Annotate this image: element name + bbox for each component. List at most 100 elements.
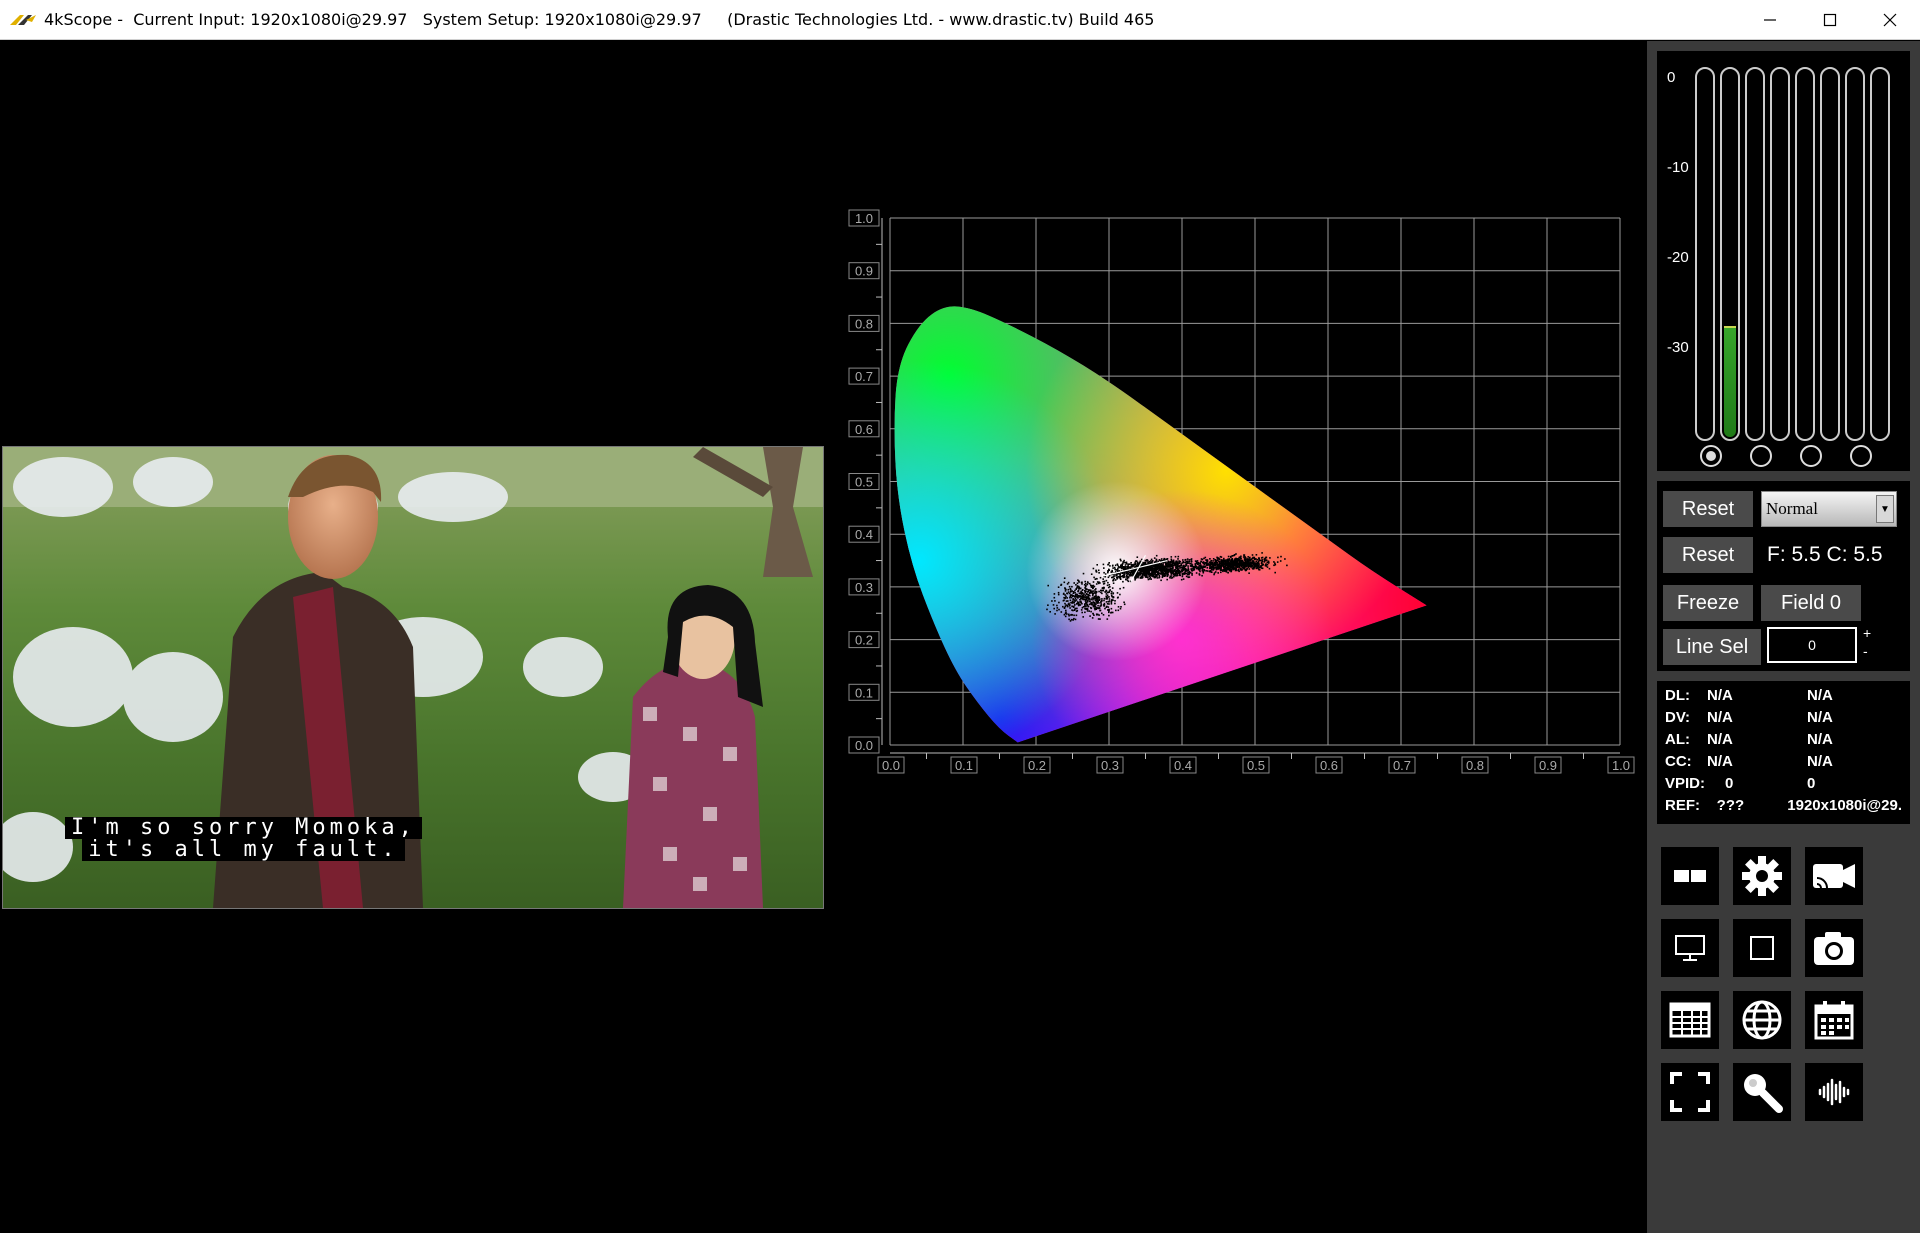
meter-pair-radio-1[interactable]	[1700, 445, 1722, 467]
close-button[interactable]	[1860, 0, 1920, 40]
meter-pair-radio-3[interactable]	[1800, 445, 1822, 467]
settings-button[interactable]	[1733, 847, 1791, 905]
chroma-point	[1110, 594, 1113, 597]
mode-select[interactable]: Normal ▼	[1761, 491, 1897, 527]
reset-button-2[interactable]: Reset	[1663, 537, 1753, 573]
chroma-point	[1116, 576, 1118, 579]
cie-chromaticity-chart[interactable]: 0.0 0.1 0.2 0.3 0.4 0.5 0.6 0.7 0.8 0.9 1.0 0.0 0.1…	[840, 200, 1660, 950]
chroma-point	[1092, 592, 1095, 594]
chroma-point	[1109, 589, 1111, 591]
minimize-button[interactable]	[1740, 0, 1800, 40]
x-tick-label: 0.7	[1393, 758, 1411, 773]
chroma-point	[1194, 565, 1197, 567]
chroma-point	[1249, 565, 1252, 567]
field-button[interactable]: Field 0	[1761, 585, 1861, 621]
meter-pair-radio-4[interactable]	[1850, 445, 1872, 467]
chroma-point	[1081, 611, 1083, 614]
chroma-point	[1075, 588, 1077, 590]
title-bar: 4kScope - Current Input: 1920x1080i@29.9…	[0, 0, 1920, 40]
chroma-point	[1111, 611, 1114, 614]
video-preview[interactable]: I'm so sorry Momoka, it's all my fault.	[2, 446, 824, 909]
table-view-button[interactable]	[1661, 991, 1719, 1049]
chroma-point	[1071, 602, 1074, 604]
chroma-point	[1231, 558, 1234, 560]
chroma-point	[1213, 572, 1216, 574]
chroma-point	[1159, 567, 1161, 570]
chroma-point	[1230, 556, 1232, 558]
maximize-button[interactable]	[1800, 0, 1860, 40]
chroma-point	[1177, 571, 1180, 574]
window-button[interactable]	[1733, 919, 1791, 977]
x-tick-label: 0.9	[1539, 758, 1557, 773]
chroma-point	[1084, 580, 1086, 583]
chroma-point	[1191, 572, 1193, 575]
chroma-point	[1217, 572, 1219, 574]
chroma-point	[1170, 575, 1173, 577]
reset-button-1[interactable]: Reset	[1663, 491, 1753, 527]
monitor-button[interactable]	[1661, 919, 1719, 977]
line-increment[interactable]: +	[1863, 625, 1871, 641]
chevron-down-icon[interactable]: ▼	[1876, 495, 1894, 523]
app-logo-icon	[10, 14, 36, 25]
chroma-point	[1206, 570, 1209, 572]
chroma-point	[1195, 560, 1197, 563]
zoom-button[interactable]	[1733, 1063, 1791, 1121]
chroma-point	[1237, 562, 1240, 564]
chroma-point	[1209, 558, 1211, 560]
chroma-point	[1157, 572, 1160, 575]
chroma-point	[1080, 609, 1083, 611]
chroma-point	[1090, 601, 1093, 604]
snapshot-button[interactable]	[1805, 919, 1863, 977]
chroma-point	[1206, 564, 1208, 566]
chroma-point	[1230, 569, 1233, 571]
y-tick-label: 0.4	[855, 527, 873, 542]
y-tick-label: 0.9	[855, 264, 873, 279]
chroma-point	[1223, 557, 1225, 560]
chroma-point	[1052, 604, 1055, 606]
chroma-point	[1102, 563, 1105, 566]
fullscreen-button[interactable]	[1661, 1063, 1719, 1121]
network-button[interactable]	[1733, 991, 1791, 1049]
chroma-point	[1252, 556, 1254, 559]
chroma-point	[1239, 564, 1241, 566]
chroma-point	[1071, 609, 1073, 611]
x-tick-label: 0.2	[1028, 758, 1046, 773]
chroma-point	[1108, 609, 1110, 612]
chroma-point	[1199, 565, 1201, 567]
chroma-point	[1130, 571, 1133, 573]
chroma-point	[1122, 580, 1124, 583]
status-row: CC: N/A N/A	[1665, 753, 1902, 775]
freeze-button[interactable]: Freeze	[1663, 585, 1753, 621]
audio-button[interactable]	[1805, 1063, 1863, 1121]
y-tick-label: 0.1	[855, 685, 873, 700]
chroma-point	[1262, 563, 1264, 566]
y-tick-label: 0.0	[855, 738, 873, 753]
chroma-point	[1053, 593, 1056, 595]
chroma-point	[1193, 565, 1195, 568]
line-number-input[interactable]: 0	[1767, 627, 1857, 663]
calendar-button[interactable]	[1805, 991, 1863, 1049]
status-row: VPID: 0 0	[1665, 775, 1902, 797]
meter-pair-radio-2[interactable]	[1750, 445, 1772, 467]
chroma-point	[1166, 573, 1169, 576]
chroma-point	[1127, 566, 1130, 569]
chroma-point	[1097, 604, 1099, 607]
chroma-point	[1191, 564, 1194, 566]
layout-button[interactable]	[1661, 847, 1719, 905]
spectral-locus	[894, 306, 1427, 743]
chroma-point	[1212, 566, 1215, 568]
chroma-point	[1076, 607, 1078, 610]
cast-record-button[interactable]	[1805, 847, 1863, 905]
magnifier-icon	[1744, 1074, 1783, 1113]
layout-bar-icon	[1674, 870, 1706, 882]
line-select-button[interactable]: Line Sel	[1663, 629, 1761, 665]
x-tick-label: 0.4	[1174, 758, 1192, 773]
chroma-point	[1081, 589, 1084, 591]
chroma-point	[1178, 562, 1181, 565]
monitor-icon	[1675, 935, 1705, 961]
line-decrement[interactable]: -	[1863, 643, 1868, 659]
chroma-point	[1103, 586, 1105, 589]
chroma-point	[1118, 566, 1121, 569]
chroma-point	[1266, 561, 1269, 564]
chroma-point	[1047, 604, 1049, 606]
